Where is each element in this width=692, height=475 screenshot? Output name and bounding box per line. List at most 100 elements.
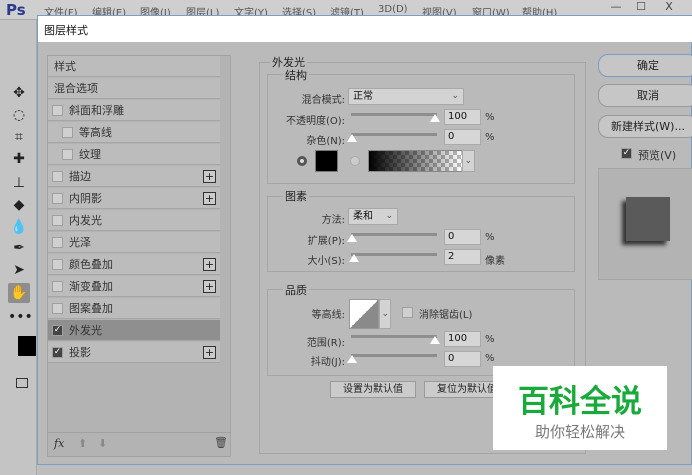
pen-tool-icon[interactable]: ✒ [8,238,30,258]
add-plus-icon[interactable]: + [203,280,216,293]
stamp-tool-icon[interactable]: ⊥ [8,173,30,193]
style-item[interactable]: 内阴影 + [48,188,220,209]
more-tools-icon[interactable]: ••• [8,307,33,327]
style-item-label: 描边 [69,170,91,183]
style-item-label: 内阴影 [69,192,102,205]
chevron-down-icon: ⌄ [385,211,393,221]
size-slider-track[interactable] [351,253,437,256]
blur-tool-icon[interactable]: 💧 [8,217,30,237]
lasso-tool-icon[interactable]: ◌ [8,105,30,125]
style-item[interactable]: 内发光 [48,210,220,231]
menu-3d[interactable]: 3D(D) [378,4,408,15]
add-plus-icon[interactable]: + [203,346,216,359]
hand-tool-icon[interactable]: ✋ [8,283,30,303]
style-item[interactable]: 斜面和浮雕 [48,100,220,121]
blending-options[interactable]: 混合选项 [48,78,220,99]
move-down-icon[interactable]: ⬇ [98,437,107,450]
color-radio[interactable] [297,156,307,166]
opacity-input[interactable]: 100 [444,109,481,125]
noise-slider-thumb[interactable] [347,134,357,142]
set-default-button[interactable]: 设置为默认值 [330,381,416,398]
style-checkbox[interactable]: ✓ [52,325,63,336]
style-checkbox[interactable] [52,105,63,116]
cancel-button[interactable]: 取消 [598,84,692,107]
styles-list: 样式 混合选项 斜面和浮雕 等高线 纹理 描边 + 内阴影 + 内发光 光泽 颜色叠加 + 渐变叠加 +… [47,55,231,457]
add-plus-icon[interactable]: + [203,170,216,183]
add-plus-icon[interactable]: + [203,258,216,271]
style-checkbox[interactable] [62,127,73,138]
style-item[interactable]: ✓ 外发光 [48,320,220,341]
trash-icon[interactable]: 🗑 [214,436,228,449]
blend-mode-select[interactable]: 正常 ⌄ [348,88,464,105]
style-item[interactable]: 渐变叠加 + [48,276,220,297]
move-up-icon[interactable]: ⬆ [78,437,87,450]
add-plus-icon[interactable]: + [203,192,216,205]
foreground-color-swatch[interactable] [18,336,36,356]
quality-title: 品质 [283,282,309,298]
style-item[interactable]: 颜色叠加 + [48,254,220,275]
healing-brush-icon[interactable]: ✚ [8,149,30,169]
quick-mask-icon[interactable] [16,378,28,388]
style-item[interactable]: 等高线 [48,122,220,143]
styles-header[interactable]: 样式 [48,56,220,77]
method-select[interactable]: 柔和 ⌄ [348,208,398,225]
jitter-slider-thumb[interactable] [347,355,357,363]
style-item[interactable]: 纹理 [48,144,220,165]
style-checkbox[interactable] [52,303,63,314]
watermark: 百科全说 助你轻松解决 [493,366,667,450]
move-tool-icon[interactable]: ✥ [8,83,30,103]
range-slider-track[interactable] [351,335,437,338]
contour-dropdown[interactable]: ⌄ [379,299,391,329]
gradient-radio[interactable] [350,156,360,166]
style-checkbox[interactable] [52,171,63,182]
style-item[interactable]: ✓ 投影 + [48,342,220,363]
jitter-slider-track[interactable] [351,354,437,357]
style-checkbox[interactable] [62,149,73,160]
chevron-down-icon: ⌄ [451,91,459,101]
elements-title: 图素 [283,188,309,204]
style-checkbox[interactable]: ✓ [52,347,63,358]
spread-slider-thumb[interactable] [347,234,357,242]
select-arrow-icon[interactable]: ➤ [8,260,30,280]
noise-input[interactable]: 0 [444,129,481,145]
style-item-label: 颜色叠加 [69,258,113,271]
preview-checkbox[interactable]: ✓ [621,148,632,159]
range-slider-thumb[interactable] [430,336,440,344]
preview-swatch [626,197,670,241]
new-style-button[interactable]: 新建样式(W)... [598,115,692,138]
styles-header-label: 样式 [54,60,76,73]
glow-color-swatch[interactable] [315,150,338,172]
crop-tool-icon[interactable]: ⌗ [8,127,30,147]
size-input[interactable]: 2 [444,249,481,265]
style-item[interactable]: 图案叠加 [48,298,220,319]
jitter-input[interactable]: 0 [444,351,481,367]
contour-picker[interactable] [349,299,379,329]
spread-input[interactable]: 0 [444,229,481,245]
preview-label: 预览(V) [638,149,677,162]
antialias-checkbox[interactable] [402,307,413,318]
style-item[interactable]: 光泽 [48,232,220,253]
fx-button[interactable]: fx [54,437,64,450]
spread-slider-track[interactable] [351,233,437,236]
opacity-unit: % [485,112,495,123]
opacity-slider-track[interactable] [351,113,437,116]
range-input[interactable]: 100 [444,331,481,347]
style-checkbox[interactable] [52,259,63,270]
size-slider-thumb[interactable] [349,254,359,262]
ps-logo: Ps [6,1,26,19]
opacity-slider-thumb[interactable] [430,114,440,122]
style-checkbox[interactable] [52,237,63,248]
style-checkbox[interactable] [52,193,63,204]
style-checkbox[interactable] [52,281,63,292]
ok-button[interactable]: 确定 [598,54,692,77]
gradient-picker[interactable] [368,150,463,172]
blend-mode-value: 正常 [353,91,373,102]
gradient-dropdown[interactable]: ⌄ [462,150,475,172]
dialog-titlebar[interactable]: 图层样式 [38,16,692,42]
style-item[interactable]: 描边 + [48,166,220,187]
style-item-label: 图案叠加 [69,302,113,315]
noise-slider-track[interactable] [351,133,437,136]
eraser-tool-icon[interactable]: ◆ [8,195,30,215]
style-item-label: 外发光 [69,324,102,337]
style-checkbox[interactable] [52,215,63,226]
